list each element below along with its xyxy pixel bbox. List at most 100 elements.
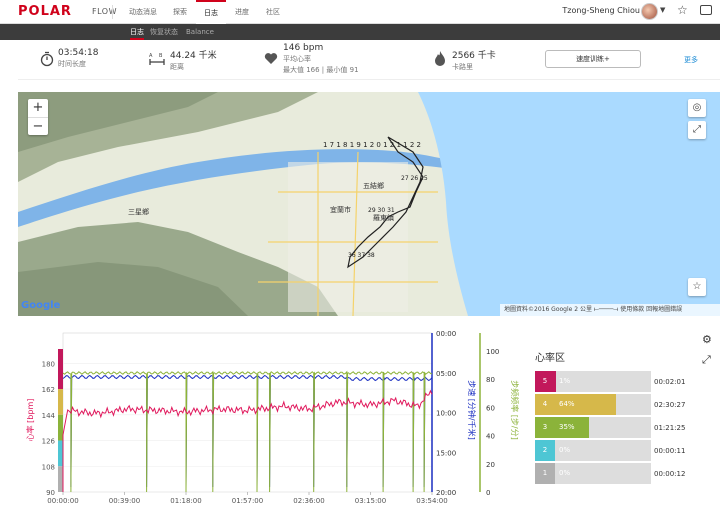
star-icon[interactable]: ☆ bbox=[688, 278, 706, 296]
zone-row-4: 4 64% bbox=[535, 394, 651, 415]
zone-percent: 0% bbox=[559, 469, 571, 477]
map-label-wujie: 五結鄉 bbox=[363, 181, 384, 190]
fullscreen-icon[interactable]: ⤢ bbox=[688, 121, 706, 139]
calories-stat: 2566 千卡 卡路里 bbox=[452, 48, 496, 72]
lap-markers-top: 1 7 1 8 1 9 1 2 0 1 2 1 1 2 2 bbox=[323, 141, 421, 149]
zone-axis-band bbox=[58, 440, 63, 467]
zone-axis-band bbox=[58, 414, 63, 441]
distance-icon: A B bbox=[149, 53, 165, 65]
x-tick-label: 00:00:00 bbox=[47, 497, 78, 505]
map-label-sanxing: 三星鄉 bbox=[128, 207, 149, 216]
map-label-yilan: 宜蘭市 bbox=[330, 205, 351, 214]
lap-markers-right: 27 26 25 bbox=[401, 175, 428, 182]
map-label-luodong: 羅東鎮 bbox=[373, 213, 394, 222]
zone-time: 01:21:25 bbox=[654, 424, 686, 432]
distance-stat: 44.24 千米 距离 bbox=[170, 48, 217, 72]
duration-stat: 03:54:18 时间长度 bbox=[58, 48, 98, 69]
nav-item-community[interactable]: 社区 bbox=[258, 0, 288, 24]
more-link[interactable]: 更多 bbox=[684, 55, 698, 65]
cadence-axis-label: 步频频率 [步/分] bbox=[510, 380, 520, 439]
zone-number: 3 bbox=[535, 417, 555, 438]
cadence-tick-label: 60 bbox=[486, 404, 495, 412]
zone-number: 4 bbox=[535, 394, 555, 415]
zone-percent: 64% bbox=[559, 400, 575, 408]
stopwatch-icon bbox=[40, 51, 54, 67]
heart-rate-value: 146 bpm bbox=[283, 43, 324, 53]
x-tick-label: 03:15:00 bbox=[355, 497, 386, 505]
lap-markers-middle: 29 30 31 bbox=[368, 207, 395, 214]
flow-label: FLOW bbox=[92, 7, 117, 16]
cadence-tick-label: 100 bbox=[486, 348, 499, 356]
nav-item-explore[interactable]: 探索 bbox=[168, 0, 192, 24]
calories-label: 卡路里 bbox=[452, 63, 473, 71]
y-tick-label: 162 bbox=[42, 386, 55, 394]
zone-axis-band bbox=[58, 389, 63, 415]
settings-icon[interactable]: ⚙ bbox=[702, 333, 712, 346]
heart-icon bbox=[264, 53, 278, 64]
pace-tick-label: 15:00 bbox=[436, 449, 456, 457]
calories-value: 2566 千卡 bbox=[452, 51, 496, 61]
y-tick-label: 144 bbox=[42, 412, 56, 420]
zone-percent: 0% bbox=[559, 446, 571, 454]
zoom-in-button[interactable]: + bbox=[28, 99, 48, 117]
polar-logo[interactable]: POLAR bbox=[18, 4, 72, 19]
speed-training-button[interactable]: 速度训练+ bbox=[545, 50, 641, 68]
training-chart[interactable]: 180 162 144 126 108 90 心率 [bpm] 00:00:00 00:39:0… bbox=[0, 325, 530, 509]
cadence-tick-label: 80 bbox=[486, 376, 495, 384]
map-attribution: 地圖資料©2016 Google 2 公里 ⟝────⟞ 使用條款 回報地圖錯誤 bbox=[500, 304, 720, 316]
cadence-tick-label: 20 bbox=[486, 461, 495, 469]
nav-item-feed[interactable]: 动态消息 bbox=[122, 0, 164, 24]
zoom-controls: + − bbox=[28, 99, 48, 135]
zone-number: 2 bbox=[535, 440, 555, 461]
top-navigation: POLAR FLOW 动态消息 探索 日志 进度 社区 Tzong-Sheng … bbox=[0, 0, 720, 24]
message-icon[interactable] bbox=[700, 5, 712, 15]
zone-row-5: 5 1% bbox=[535, 371, 651, 392]
heart-rate-label: 平均心率 bbox=[283, 55, 311, 63]
star-icon[interactable]: ☆ bbox=[677, 3, 688, 17]
heart-rate-zones-title: 心率区 bbox=[535, 353, 565, 364]
map-ocean bbox=[418, 92, 720, 316]
x-tick-label: 01:57:00 bbox=[232, 497, 263, 505]
zone-percent: 1% bbox=[559, 377, 571, 385]
y-axis-label: 心率 [bpm] bbox=[25, 399, 35, 442]
y-tick-label: 108 bbox=[42, 463, 55, 471]
route-map[interactable]: 1 7 1 8 1 9 1 2 0 1 2 1 1 2 2 27 26 25 2… bbox=[18, 92, 720, 316]
chevron-down-icon[interactable]: ▼ bbox=[660, 6, 665, 14]
map-canvas[interactable]: 1 7 1 8 1 9 1 2 0 1 2 1 1 2 2 27 26 25 2… bbox=[18, 92, 720, 316]
y-tick-label: 126 bbox=[42, 438, 56, 446]
zone-axis-band bbox=[58, 466, 63, 492]
y-tick-label: 90 bbox=[46, 489, 55, 497]
zone-time: 00:00:11 bbox=[654, 447, 686, 455]
duration-value: 03:54:18 bbox=[58, 48, 99, 58]
zone-time: 00:00:12 bbox=[654, 470, 686, 478]
svg-text:A: A bbox=[149, 53, 153, 59]
subnav-diary[interactable]: 日志 bbox=[130, 24, 144, 40]
zone-number: 5 bbox=[535, 371, 555, 392]
google-logo: Google bbox=[21, 300, 61, 311]
cadence-tick-label: 40 bbox=[486, 433, 495, 441]
locate-icon[interactable]: ◎ bbox=[688, 99, 706, 117]
nav-item-progress[interactable]: 进度 bbox=[230, 0, 254, 24]
x-tick-label: 03:54:00 bbox=[416, 497, 447, 505]
x-tick-label: 00:39:00 bbox=[109, 497, 140, 505]
pace-tick-label: 10:00 bbox=[436, 410, 456, 418]
zone-row-2: 2 0% bbox=[535, 440, 651, 461]
nav-divider bbox=[112, 5, 113, 19]
distance-value: 44.24 千米 bbox=[170, 51, 217, 61]
user-name[interactable]: Tzong-Sheng Chiou bbox=[562, 6, 640, 15]
pace-axis-label: 步速 [分钟/千米] bbox=[467, 380, 477, 439]
subnav-recovery[interactable]: 恢复状态 bbox=[150, 24, 178, 40]
subnav-balance[interactable]: Balance bbox=[186, 24, 214, 40]
distance-label: 距离 bbox=[170, 63, 184, 71]
x-tick-label: 02:36:00 bbox=[293, 497, 324, 505]
nav-item-diary[interactable]: 日志 bbox=[196, 0, 226, 24]
heart-rate-stat: 146 bpm 平均心率 最大值 166 | 最小值 91 bbox=[283, 43, 359, 75]
pace-tick-label: 05:00 bbox=[436, 370, 456, 378]
zoom-out-button[interactable]: − bbox=[28, 117, 48, 135]
sub-navigation: 日志 恢复状态 Balance bbox=[0, 24, 720, 40]
expand-icon[interactable]: ⤢ bbox=[702, 353, 711, 367]
zone-time: 02:30:27 bbox=[654, 401, 686, 409]
x-tick-label: 01:18:00 bbox=[170, 497, 201, 505]
zone-row-1: 1 0% bbox=[535, 463, 651, 484]
user-avatar[interactable] bbox=[641, 3, 658, 20]
